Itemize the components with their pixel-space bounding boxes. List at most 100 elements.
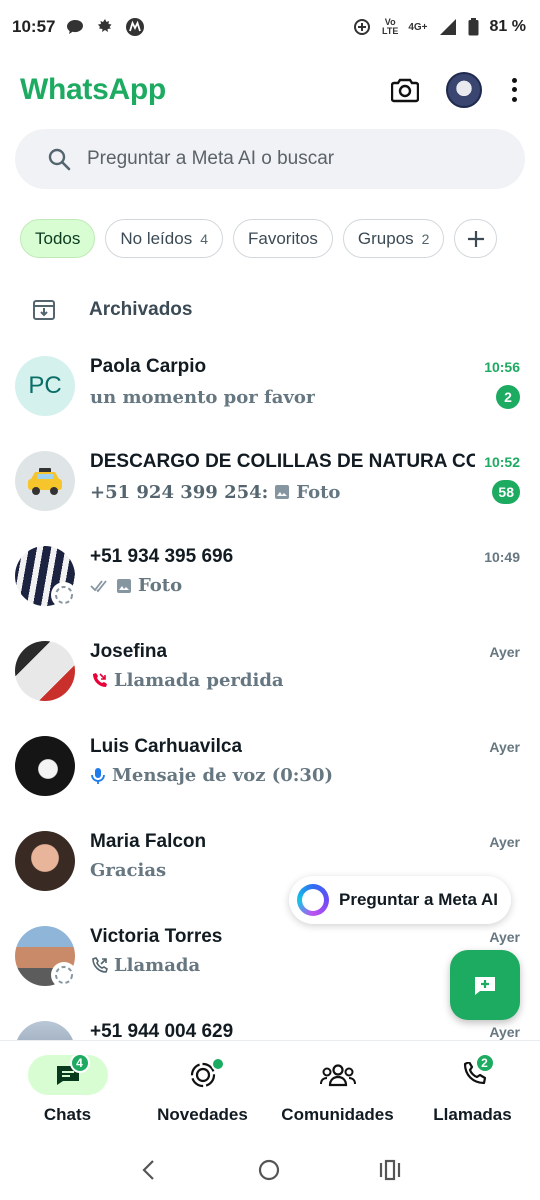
chat-body: +51 944 004 629 Ayer — [90, 1021, 520, 1040]
communities-icon — [319, 1064, 356, 1087]
volte-bottom-label: LTE — [382, 26, 399, 36]
chat-name: Luis Carhuavilca — [90, 736, 243, 757]
archived-row[interactable]: Archivados — [0, 285, 540, 335]
more-options-button[interactable] — [508, 76, 520, 104]
avatar-initials: PC — [28, 372, 62, 399]
chat-row[interactable]: Josefina Ayer Llamada perdida — [0, 625, 540, 720]
filter-chip-no-leidos[interactable]: No leídos 4 — [105, 219, 223, 258]
chat-time: Ayer — [489, 644, 520, 660]
chat-name: +51 944 004 629 — [90, 1021, 234, 1040]
status-ring — [51, 582, 77, 608]
chat-body: Josefina Ayer Llamada perdida — [90, 641, 520, 691]
chat-top: DESCARGO DE COLILLAS DE NATURA CO 10:52 — [90, 451, 520, 473]
chat-time: Ayer — [489, 929, 520, 945]
chat-name: Paola Carpio — [90, 356, 207, 377]
status-ring — [51, 962, 77, 988]
photo-icon — [117, 578, 131, 593]
filter-chip-todos[interactable]: Todos — [20, 219, 96, 258]
status-left: 10:57 — [12, 17, 145, 37]
avatar[interactable] — [15, 641, 75, 701]
taxi-icon — [28, 468, 62, 495]
unread-badge: 58 — [492, 480, 520, 504]
chat-preview: Gracias — [90, 860, 166, 881]
avatar[interactable]: PC — [15, 356, 75, 416]
status-time: 10:57 — [12, 17, 56, 36]
dot-icon — [511, 78, 517, 84]
status-right: Vo LTE 4G+ 81 % — [352, 17, 526, 37]
chat-row[interactable]: DESCARGO DE COLILLAS DE NATURA CO 10:52 … — [0, 435, 540, 530]
archive-icon — [33, 300, 55, 320]
network-type-label: 4G+ — [408, 21, 428, 33]
maple-leaf-notification-icon — [95, 17, 115, 37]
avatar[interactable] — [15, 926, 77, 988]
chat-top: Paola Carpio 10:56 — [90, 356, 520, 378]
new-chat-button[interactable] — [450, 950, 520, 1020]
home-icon[interactable] — [258, 1159, 280, 1181]
chat-bottom: Foto — [90, 575, 520, 596]
volte-indicator: Vo LTE — [382, 18, 398, 36]
nav-chats[interactable]: 4 Chats — [0, 1041, 135, 1140]
profile-avatar[interactable] — [446, 72, 482, 108]
back-icon[interactable] — [139, 1159, 159, 1181]
archived-label: Archivados — [89, 299, 193, 320]
meta-ai-icon — [297, 884, 329, 916]
camera-button[interactable] — [390, 75, 420, 105]
chat-time: 10:56 — [484, 359, 520, 375]
nav-llamadas[interactable]: 2 Llamadas — [405, 1041, 540, 1140]
chat-preview: Llamada perdida — [90, 670, 284, 691]
chat-row[interactable]: PC Paola Carpio 10:56 un momento por fav… — [0, 340, 540, 435]
chat-preview: Llamada — [90, 955, 200, 976]
status-dashed-icon — [55, 586, 73, 604]
chat-preview-text: un momento por favor — [90, 386, 316, 408]
recents-icon[interactable] — [379, 1159, 401, 1181]
chat-preview: un momento por favor — [90, 387, 315, 408]
chat-row[interactable]: +51 934 395 696 10:49 Foto — [0, 530, 540, 625]
avatar[interactable] — [15, 736, 75, 796]
nav-icon-wrap: 4 — [27, 1053, 108, 1095]
search-bar[interactable]: Preguntar a Meta AI o buscar — [15, 129, 525, 189]
avatar[interactable] — [15, 451, 75, 511]
filter-chips: Todos No leídos 4 Favoritos Grupos 2 — [20, 219, 498, 258]
missed-call-icon — [93, 672, 107, 687]
avatar[interactable] — [15, 546, 77, 608]
search-placeholder: Preguntar a Meta AI o buscar — [87, 148, 335, 169]
nav-badge: 2 — [474, 1053, 495, 1073]
filter-chip-favoritos[interactable]: Favoritos — [233, 219, 333, 258]
app-header: WhatsApp — [0, 62, 540, 118]
status-bar: 10:57 Vo LTE 4G+ 81 % — [0, 0, 540, 54]
filter-chip-grupos[interactable]: Grupos 2 — [342, 219, 445, 258]
avatar[interactable] — [15, 831, 75, 891]
chat-time: 10:52 — [484, 454, 520, 470]
double-check-icon — [90, 579, 107, 592]
ask-meta-ai-button[interactable]: Preguntar a Meta AI — [289, 876, 511, 924]
filter-chip-count: 2 — [421, 230, 430, 247]
chat-body: Maria Falcon Ayer Gracias — [90, 831, 520, 881]
chat-name: DESCARGO DE COLILLAS DE NATURA CO — [90, 451, 475, 472]
chat-body: +51 934 395 696 10:49 Foto — [90, 546, 520, 596]
camera-icon — [391, 78, 419, 103]
nav-icon-wrap: 2 — [433, 1053, 513, 1095]
chat-body: DESCARGO DE COLILLAS DE NATURA CO 10:52 … — [90, 451, 520, 504]
chat-time: Ayer — [489, 834, 520, 850]
avatar[interactable] — [15, 1021, 75, 1040]
search-icon — [48, 148, 71, 171]
chat-preview-text: Llamada — [114, 955, 201, 976]
add-filter-button[interactable] — [454, 219, 498, 258]
battery-icon — [468, 17, 480, 37]
photo-icon — [275, 485, 290, 499]
chat-preview-text: Gracias — [90, 860, 167, 881]
filter-chip-label: Grupos — [357, 228, 414, 248]
chat-preview-text: Foto — [296, 481, 341, 503]
chat-bottom: un momento por favor 2 — [90, 385, 520, 409]
data-saver-icon — [352, 17, 372, 37]
plus-icon — [467, 230, 484, 247]
nav-novedades[interactable]: Novedades — [135, 1041, 270, 1140]
chat-row[interactable]: Luis Carhuavilca Ayer Mensaje de voz (0:… — [0, 720, 540, 815]
chat-preview-text: Llamada perdida — [114, 670, 284, 691]
nav-label: Llamadas — [433, 1105, 512, 1124]
chat-top: Victoria Torres Ayer — [90, 926, 520, 948]
nav-comunidades[interactable]: Comunidades — [270, 1041, 405, 1140]
nav-icon-wrap — [298, 1055, 378, 1095]
chat-bottom: +51 924 399 254: Foto 58 — [90, 480, 520, 504]
filter-chip-label: Todos — [35, 228, 81, 248]
